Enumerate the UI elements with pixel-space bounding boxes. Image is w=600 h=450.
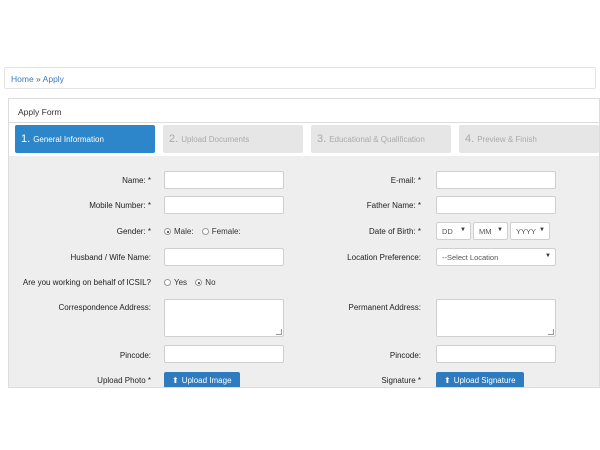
upload-icon: ⬆ xyxy=(172,376,179,385)
general-information-form: Name: * E-mail: * Mobile Number: * Fathe… xyxy=(9,156,599,387)
step-label: Upload Documents xyxy=(181,135,250,144)
apply-form-panel: Apply Form 1. General Information 2. Uploa… xyxy=(8,98,600,388)
behalf-no-label: No xyxy=(205,278,216,287)
behalf-yes-label: Yes xyxy=(174,278,188,287)
father-name-label: Father Name: * xyxy=(366,201,421,210)
permanent-address-label: Permanent Address: xyxy=(348,303,421,312)
chevron-down-icon: ▼ xyxy=(539,227,545,233)
permanent-pincode-input[interactable] xyxy=(436,345,556,363)
step-label: Preview & Finish xyxy=(477,135,537,144)
correspondence-pincode-input[interactable] xyxy=(164,345,284,363)
dob-year-value: YYYY xyxy=(516,227,537,236)
mobile-label: Mobile Number: * xyxy=(89,201,151,210)
dob-day-select[interactable]: DD ▼ xyxy=(436,222,471,240)
breadcrumb-separator: » xyxy=(33,74,43,84)
step-upload-documents[interactable]: 2. Upload Documents xyxy=(163,125,303,153)
breadcrumb-current-link[interactable]: Apply xyxy=(43,74,64,84)
gender-male-radio[interactable] xyxy=(164,228,171,235)
name-label: Name: * xyxy=(122,176,151,185)
behalf-no-radio[interactable] xyxy=(195,279,203,286)
gender-female-radio[interactable] xyxy=(201,228,209,235)
step-educational-qualification[interactable]: 3. Educational & Qualification xyxy=(311,125,451,153)
gender-female-label: Female: xyxy=(211,227,241,236)
step-preview-finish[interactable]: 4. Preview & Finish xyxy=(459,125,599,153)
upload-signature-label: Upload Signature xyxy=(453,376,516,385)
mobile-input[interactable] xyxy=(164,196,284,214)
correspondence-address-label: Correspondence Address: xyxy=(58,303,152,312)
dob-label: Date of Birth: * xyxy=(368,227,421,236)
upload-signature-button[interactable]: ⬆ Upload Signature xyxy=(436,372,524,387)
chevron-down-icon: ▼ xyxy=(545,253,551,259)
location-selected-value: --Select Location xyxy=(442,253,499,262)
step-number: 3. xyxy=(317,133,327,145)
upload-image-label: Upload Image xyxy=(181,376,232,385)
location-preference-select[interactable]: --Select Location ▼ xyxy=(436,248,556,266)
permanent-address-textarea[interactable] xyxy=(436,299,556,337)
step-number: 2. xyxy=(169,133,179,145)
step-label: General Information xyxy=(33,135,104,144)
chevron-down-icon: ▼ xyxy=(460,227,466,233)
email-input[interactable] xyxy=(436,171,556,189)
behalf-icsil-label: Are you working on behalf of ICSIL? xyxy=(22,278,151,287)
correspondence-address-textarea[interactable] xyxy=(164,299,284,337)
permanent-pincode-label: Pincode: xyxy=(389,351,421,360)
husband-wife-name-input[interactable] xyxy=(164,248,284,266)
location-preference-label: Location Preference: xyxy=(347,253,421,262)
upload-image-button[interactable]: ⬆ Upload Image xyxy=(164,372,240,387)
dob-day-value: DD xyxy=(442,227,453,236)
gender-radio-group: Male: Female: xyxy=(164,227,247,236)
name-input[interactable] xyxy=(164,171,284,189)
wizard-steps: 1. General Information 2. Upload Documents… xyxy=(15,125,599,153)
gender-label: Gender: * xyxy=(116,227,151,236)
step-label: Educational & Qualification xyxy=(329,135,425,144)
breadcrumb-home-link[interactable]: Home xyxy=(11,74,34,84)
dob-month-value: MM xyxy=(479,227,492,236)
breadcrumb: Home » Apply xyxy=(4,67,596,89)
panel-title: Apply Form xyxy=(9,99,599,123)
husband-wife-name-label: Husband / Wife Name: xyxy=(70,253,151,262)
father-name-input[interactable] xyxy=(436,196,556,214)
behalf-yes-radio[interactable] xyxy=(164,279,171,286)
upload-icon: ⬆ xyxy=(444,376,451,385)
step-number: 4. xyxy=(465,133,475,145)
chevron-down-icon: ▼ xyxy=(497,227,503,233)
dob-year-select[interactable]: YYYY ▼ xyxy=(510,222,550,240)
step-number: 1. xyxy=(21,133,31,145)
step-general-information[interactable]: 1. General Information xyxy=(15,125,155,153)
behalf-radio-group: Yes No xyxy=(164,278,222,287)
email-label: E-mail: * xyxy=(390,176,421,185)
gender-male-label: Male: xyxy=(174,227,194,236)
upload-photo-label: Upload Photo * xyxy=(97,376,151,385)
dob-month-select[interactable]: MM ▼ xyxy=(473,222,508,240)
signature-label: Signature * xyxy=(381,376,421,385)
correspondence-pincode-label: Pincode: xyxy=(119,351,151,360)
